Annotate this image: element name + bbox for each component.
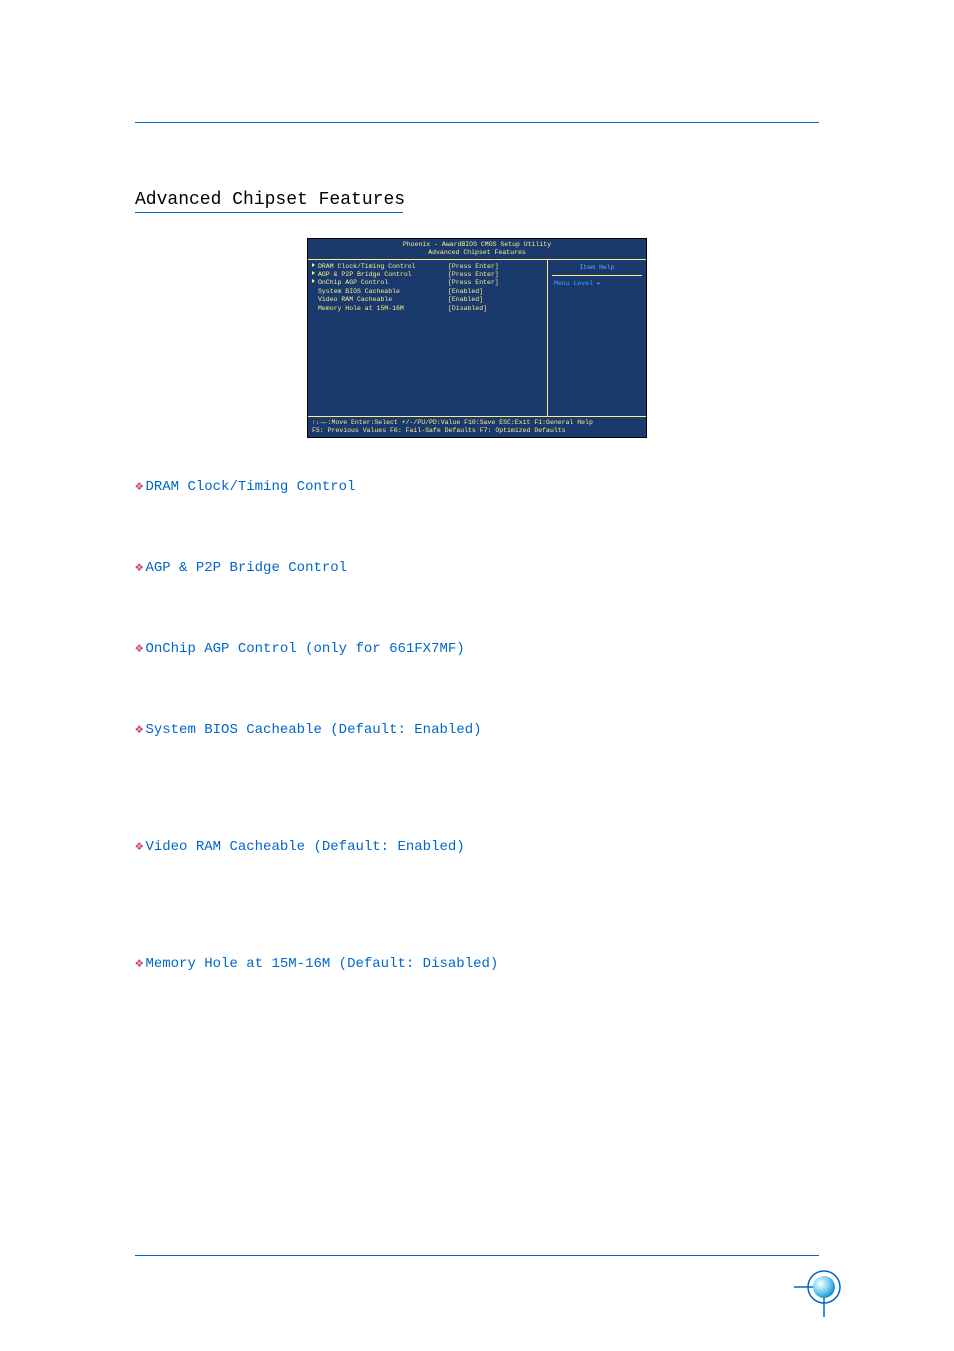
bios-item-value: [Enabled] [448,296,483,304]
feature-item: ❖OnChip AGP Control (only for 661FX7MF) [135,640,819,657]
bios-item-value: [Enabled] [448,288,483,296]
bios-footer-line2: F5: Previous Values F6: Fail-Safe Defaul… [312,427,642,435]
feature-title: ❖AGP & P2P Bridge Control [135,559,819,576]
bios-row[interactable]: DRAM Clock/Timing Control[Press Enter] [312,263,543,271]
triangle-icon [312,271,315,275]
header-divider [135,122,819,123]
diamond-bullet-icon: ❖ [135,955,143,972]
bios-item-value: [Press Enter] [448,279,499,287]
section-title-underline [135,212,403,213]
features-list: ❖DRAM Clock/Timing Control❖AGP & P2P Bri… [135,478,819,972]
bios-help-content: Menu Level ▸ [552,276,642,290]
bios-item-label: Memory Hole at 15M-16M [318,305,448,313]
footer-divider [135,1255,819,1256]
triangle-icon [312,263,315,267]
section-title: Advanced Chipset Features [135,190,819,212]
diamond-bullet-icon: ❖ [135,721,143,738]
content-area: Advanced Chipset Features Phoenix - Awar… [135,190,819,1036]
bios-left-panel: DRAM Clock/Timing Control[Press Enter]AG… [308,260,548,417]
bios-item-label: DRAM Clock/Timing Control [318,263,448,271]
diamond-bullet-icon: ❖ [135,838,143,855]
feature-item: ❖Video RAM Cacheable (Default: Enabled) [135,838,819,855]
feature-item: ❖DRAM Clock/Timing Control [135,478,819,495]
feature-label: AGP & P2P Bridge Control [145,560,347,576]
bios-title: Phoenix - AwardBIOS CMOS Setup Utility A… [308,239,646,259]
feature-label: OnChip AGP Control (only for 661FX7MF) [145,641,464,657]
diamond-bullet-icon: ❖ [135,478,143,495]
feature-item: ❖Memory Hole at 15M-16M (Default: Disabl… [135,955,819,972]
bios-help-header: Item Help [552,262,642,276]
diamond-bullet-icon: ❖ [135,640,143,657]
bios-item-label: OnChip AGP Control [318,279,448,287]
feature-title: ❖DRAM Clock/Timing Control [135,478,819,495]
bios-item-label: System BIOS Cacheable [318,288,448,296]
bios-row[interactable]: Video RAM Cacheable[Enabled] [312,296,543,304]
bios-row[interactable]: System BIOS Cacheable[Enabled] [312,288,543,296]
bios-row[interactable]: AGP & P2P Bridge Control[Press Enter] [312,271,543,279]
bios-footer-line1: ↑↓→←:Move Enter:Select +/-/PU/PD:Value F… [312,419,642,427]
feature-title: ❖OnChip AGP Control (only for 661FX7MF) [135,640,819,657]
bios-body: DRAM Clock/Timing Control[Press Enter]AG… [308,259,646,418]
feature-label: Memory Hole at 15M-16M (Default: Disable… [145,956,498,972]
bios-footer: ↑↓→←:Move Enter:Select +/-/PU/PD:Value F… [308,417,646,437]
feature-title: ❖Memory Hole at 15M-16M (Default: Disabl… [135,955,819,972]
feature-title: ❖System BIOS Cacheable (Default: Enabled… [135,721,819,738]
bios-row[interactable]: OnChip AGP Control[Press Enter] [312,279,543,287]
bios-screenshot: Phoenix - AwardBIOS CMOS Setup Utility A… [307,238,647,438]
feature-label: DRAM Clock/Timing Control [145,479,355,495]
bios-item-value: [Press Enter] [448,271,499,279]
feature-title: ❖Video RAM Cacheable (Default: Enabled) [135,838,819,855]
feature-label: Video RAM Cacheable (Default: Enabled) [145,839,464,855]
triangle-icon [312,279,315,283]
bios-item-label: Video RAM Cacheable [318,296,448,304]
feature-item: ❖System BIOS Cacheable (Default: Enabled… [135,721,819,738]
bios-item-value: [Disabled] [448,305,487,313]
bios-title-line1: Phoenix - AwardBIOS CMOS Setup Utility [312,241,642,249]
bios-item-label: AGP & P2P Bridge Control [318,271,448,279]
corner-decoration [794,1257,854,1317]
bios-right-panel: Item Help Menu Level ▸ [548,260,646,417]
bios-item-value: [Press Enter] [448,263,499,271]
feature-item: ❖AGP & P2P Bridge Control [135,559,819,576]
bios-row[interactable]: Memory Hole at 15M-16M[Disabled] [312,305,543,313]
bios-title-line2: Advanced Chipset Features [312,249,642,257]
feature-label: System BIOS Cacheable (Default: Enabled) [145,722,481,738]
diamond-bullet-icon: ❖ [135,559,143,576]
